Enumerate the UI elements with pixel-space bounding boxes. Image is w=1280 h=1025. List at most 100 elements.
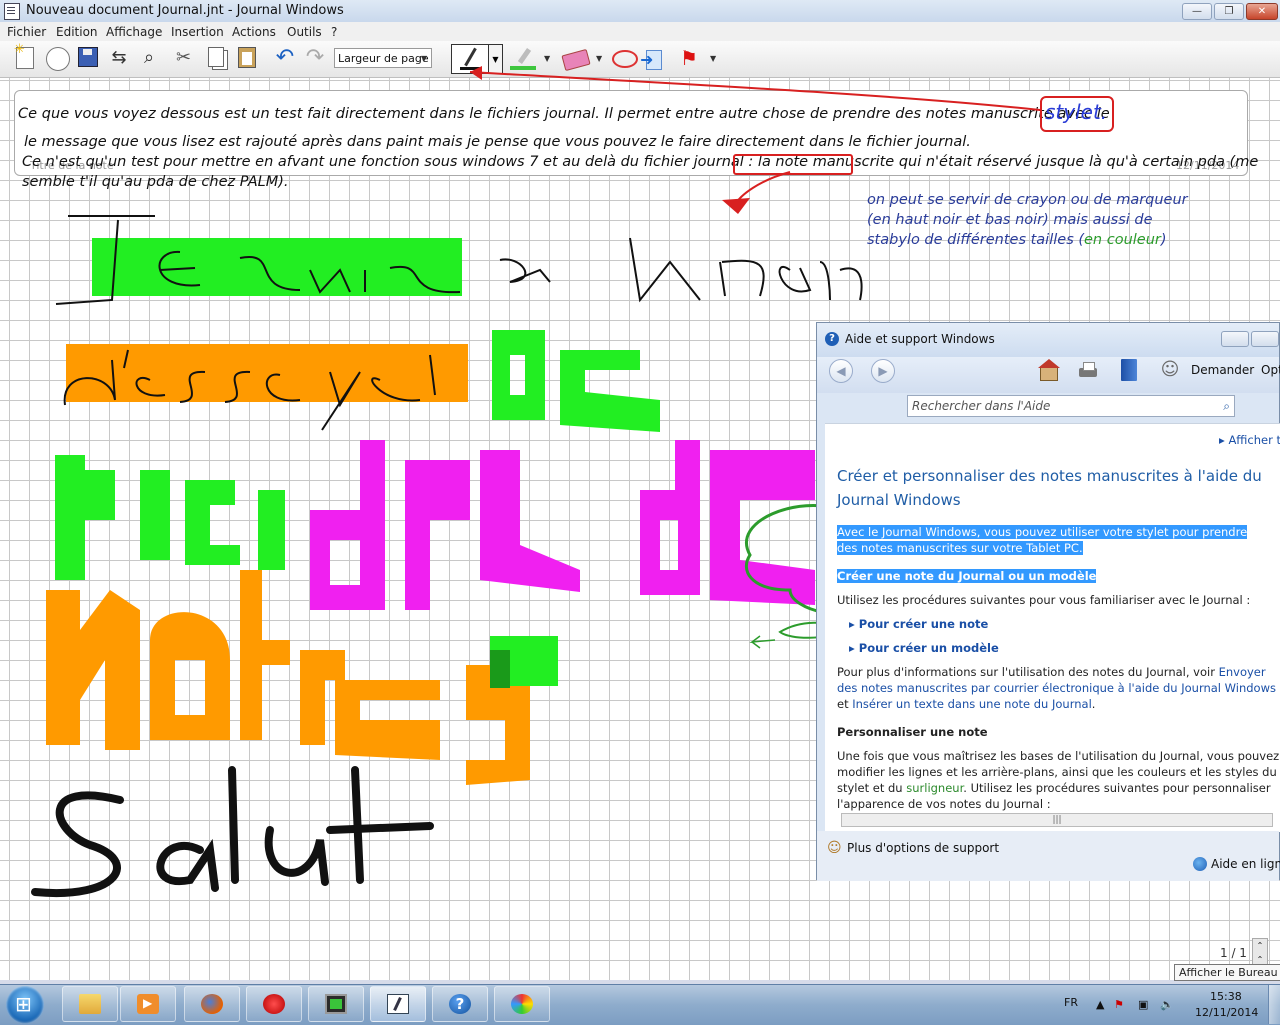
close-button[interactable]: ✕: [1246, 3, 1278, 20]
new-note-icon[interactable]: [14, 42, 34, 69]
menu-bar: Fichier Edition Affichage Insertion Acti…: [0, 22, 1280, 41]
send-icon[interactable]: ⇆: [108, 47, 130, 69]
help-content: ▸ Afficher tou Créer et personnaliser de…: [825, 423, 1280, 832]
help-intro-text: Avec le Journal Windows, vous pouvez uti…: [837, 525, 1248, 555]
insert-text-link[interactable]: Insérer un texte dans une note du Journa…: [852, 697, 1092, 711]
start-button[interactable]: [6, 986, 44, 1024]
monitor-icon: [325, 994, 347, 1014]
help-title: Aide et support Windows: [845, 332, 995, 346]
undo-icon[interactable]: ↶: [274, 47, 296, 69]
open-icon[interactable]: [46, 47, 70, 71]
window-titlebar: Nouveau document Journal.jnt - Journal W…: [0, 0, 1280, 23]
help-info-c: .: [1091, 697, 1096, 711]
forward-icon[interactable]: ▶: [871, 359, 895, 383]
taskbar-firefox[interactable]: [184, 986, 240, 1022]
options-label[interactable]: Opti: [1261, 363, 1280, 377]
taskbar-journal[interactable]: [370, 986, 426, 1022]
help-circle-icon: ?: [449, 994, 471, 1014]
help-section-2-text: Une fois que vous maîtrisez les bases de…: [837, 748, 1280, 812]
help-section-1-text: Utilisez les procédures suivantes pour v…: [837, 593, 1251, 607]
tray-arrow-icon[interactable]: ▲: [1096, 998, 1104, 1011]
red-app-icon: [263, 994, 285, 1014]
ask-icon[interactable]: ☺: [1159, 359, 1181, 381]
highlighter-dropdown-icon[interactable]: ▼: [544, 54, 550, 63]
language-indicator[interactable]: FR: [1064, 996, 1078, 1009]
online-help-button[interactable]: Aide en ligne: [1211, 857, 1280, 871]
show-desktop-button[interactable]: [1268, 985, 1280, 1024]
note-line-1: Ce que vous voyez dessous est un test fa…: [18, 106, 1110, 122]
print-icon[interactable]: [1077, 359, 1099, 381]
menu-affichage[interactable]: Affichage: [106, 25, 162, 39]
show-all-link[interactable]: ▸ Afficher tou: [1219, 432, 1280, 448]
browse-help-icon[interactable]: [1121, 359, 1137, 381]
taskbar-media-player[interactable]: [120, 986, 176, 1022]
note-line-2: le message que vous lisez est rajouté ap…: [24, 134, 971, 150]
help-info-b: et: [837, 697, 853, 711]
cut-icon[interactable]: ✂: [176, 47, 198, 69]
zoom-select[interactable]: Largeur de page ▼: [334, 48, 432, 68]
help-horizontal-scrollbar[interactable]: |||: [841, 813, 1273, 827]
flag-dropdown-icon[interactable]: ▼: [710, 54, 716, 63]
menu-help[interactable]: ?: [331, 25, 337, 39]
help-info-a: Pour plus d'informations sur l'utilisati…: [837, 665, 1219, 679]
taskbar-help[interactable]: ?: [432, 986, 488, 1022]
home-icon[interactable]: [1037, 359, 1060, 381]
menu-actions[interactable]: Actions: [232, 25, 276, 39]
flag-icon[interactable]: ⚑: [680, 46, 698, 70]
journal-app-icon: [4, 3, 20, 20]
note-line-3: Ce n'est qu'un test pour mettre en afvan…: [22, 154, 1259, 170]
lasso-icon[interactable]: [612, 50, 638, 68]
menu-edition[interactable]: Edition: [56, 25, 98, 39]
taskbar-explorer[interactable]: [62, 986, 118, 1022]
network-icon[interactable]: ▣: [1138, 998, 1148, 1011]
copy-icon[interactable]: [208, 47, 224, 67]
highlighter-link[interactable]: surligneur: [906, 781, 963, 795]
help-intro: Avec le Journal Windows, vous pouvez uti…: [837, 524, 1267, 556]
find-icon[interactable]: ⌕: [138, 47, 160, 69]
save-icon[interactable]: [78, 47, 98, 67]
globe-icon: [1193, 857, 1207, 871]
help-search-placeholder: Rechercher dans l'Aide: [912, 399, 1051, 413]
help-minimize-button[interactable]: [1221, 331, 1249, 347]
ask-label[interactable]: Demander: [1191, 363, 1254, 377]
help-footer: ☺ Plus d'options de support Aide en lign…: [817, 831, 1280, 881]
clock-time[interactable]: 15:38: [1210, 990, 1242, 1003]
help-info-paragraph: Pour plus d'informations sur l'utilisati…: [837, 664, 1280, 712]
create-template-label: Pour créer un modèle: [858, 641, 999, 655]
show-all-label: Afficher tou: [1228, 433, 1280, 447]
help-maximize-button[interactable]: [1251, 331, 1279, 347]
volume-icon[interactable]: 🔈: [1160, 998, 1174, 1011]
zoom-value: Largeur de page: [338, 52, 429, 65]
pen-icon[interactable]: [451, 44, 489, 74]
clock-date[interactable]: 12/11/2014: [1195, 1006, 1258, 1019]
menu-fichier[interactable]: Fichier: [7, 25, 46, 39]
window-title: Nouveau document Journal.jnt - Journal W…: [26, 3, 344, 18]
taskbar-system-monitor[interactable]: [308, 986, 364, 1022]
highlighter-icon[interactable]: [510, 48, 538, 72]
taskbar-red-app[interactable]: [246, 986, 302, 1022]
back-icon[interactable]: ◀: [829, 359, 853, 383]
create-template-link[interactable]: ▸ Pour créer un modèle: [849, 640, 999, 656]
help-search-input[interactable]: Rechercher dans l'Aide ⌕: [907, 395, 1235, 417]
note-manuscrite-box: [733, 154, 853, 175]
eraser-dropdown-icon[interactable]: ▼: [596, 54, 602, 63]
firefox-icon: [201, 994, 223, 1014]
pen-dropdown-icon[interactable]: ▼: [489, 44, 503, 74]
create-note-link[interactable]: ▸ Pour créer une note: [849, 616, 988, 632]
create-note-label: Pour créer une note: [858, 617, 989, 631]
taskbar-paint[interactable]: [494, 986, 550, 1022]
more-support-link[interactable]: Plus d'options de support: [847, 841, 999, 855]
insert-space-icon[interactable]: [640, 48, 664, 70]
folder-icon: [79, 994, 101, 1014]
paste-icon[interactable]: [238, 47, 256, 68]
maximize-button[interactable]: ❐: [1214, 3, 1244, 20]
minimize-button[interactable]: —: [1182, 3, 1212, 20]
menu-outils[interactable]: Outils: [287, 25, 322, 39]
search-icon[interactable]: ⌕: [1223, 396, 1230, 416]
help-titlebar[interactable]: ? Aide et support Windows: [817, 323, 1279, 357]
menu-insertion[interactable]: Insertion: [171, 25, 224, 39]
help-window[interactable]: ? Aide et support Windows ◀ ▶ ☺ Demander…: [816, 322, 1280, 881]
media-player-icon: [137, 994, 159, 1014]
redo-icon[interactable]: ↷: [304, 47, 326, 69]
action-center-icon[interactable]: ⚑: [1114, 998, 1124, 1011]
